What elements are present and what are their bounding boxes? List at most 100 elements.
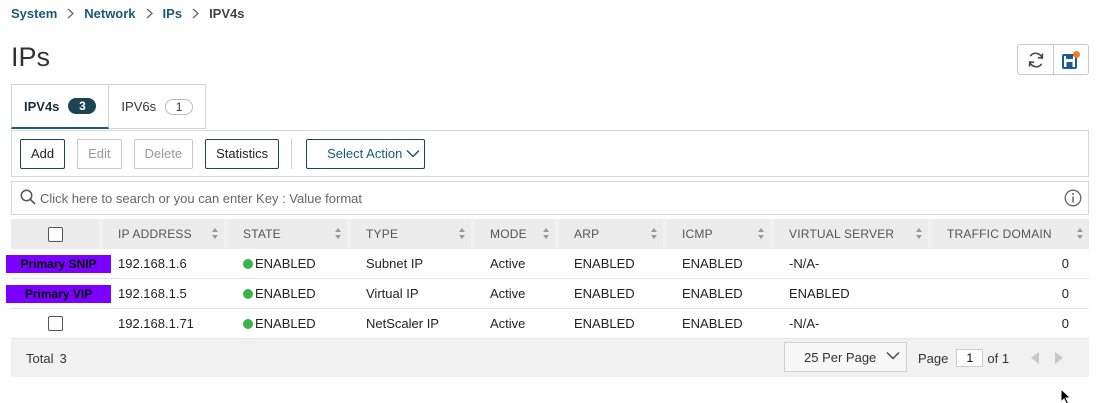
column-label: IP ADDRESS bbox=[118, 227, 192, 241]
add-button[interactable]: Add bbox=[20, 138, 66, 169]
column-header-state[interactable]: STATE bbox=[228, 219, 347, 249]
arp-cell: ENABLED bbox=[574, 286, 635, 301]
breadcrumb-current: IPV4s bbox=[209, 6, 245, 21]
table-footer: Total 3 25 Per Page Page of 1 bbox=[11, 339, 1089, 377]
state-text: ENABLED bbox=[255, 256, 316, 271]
table-row[interactable]: Primary VIP 192.168.1.5 ENABLED Virtual … bbox=[6, 279, 1089, 309]
column-label: STATE bbox=[243, 227, 281, 241]
arp-cell: ENABLED bbox=[574, 316, 635, 331]
type-cell: Virtual IP bbox=[366, 286, 419, 301]
type-cell: NetScaler IP bbox=[366, 316, 439, 331]
ip-table: IP ADDRESS STATE TYPE MODE ARP ICMP VIRT… bbox=[6, 219, 1089, 339]
column-label: MODE bbox=[490, 227, 527, 241]
info-icon[interactable] bbox=[1064, 189, 1082, 207]
mouse-cursor-icon bbox=[1060, 387, 1072, 403]
type-cell: Subnet IP bbox=[366, 256, 424, 271]
arp-cell: ENABLED bbox=[574, 256, 635, 271]
search-input[interactable] bbox=[40, 190, 1064, 206]
save-config-button[interactable] bbox=[1053, 45, 1088, 74]
breadcrumb-ips[interactable]: IPs bbox=[163, 6, 183, 21]
status-dot-icon bbox=[243, 288, 253, 299]
column-header-type[interactable]: TYPE bbox=[351, 219, 471, 249]
table-row[interactable]: Primary SNIP 192.168.1.6 ENABLED Subnet … bbox=[6, 249, 1089, 279]
delete-button[interactable]: Delete bbox=[133, 138, 194, 169]
state-text: ENABLED bbox=[255, 316, 316, 331]
column-label: ICMP bbox=[682, 227, 713, 241]
sort-icon bbox=[916, 228, 922, 239]
row-checkbox[interactable] bbox=[47, 316, 63, 331]
status-dot-icon bbox=[243, 258, 253, 269]
sort-icon bbox=[1077, 228, 1083, 239]
select-all-checkbox[interactable] bbox=[47, 226, 63, 242]
count-badge: 1 bbox=[165, 98, 194, 115]
refresh-button[interactable] bbox=[1018, 45, 1053, 74]
ip-address-cell: 192.168.1.6 bbox=[118, 256, 187, 271]
statistics-button[interactable]: Statistics bbox=[205, 138, 280, 169]
column-header-icmp[interactable]: ICMP bbox=[667, 219, 770, 249]
tab-label: IPV4s bbox=[24, 98, 60, 114]
column-header-mode[interactable]: MODE bbox=[475, 219, 555, 249]
select-action-label: Select Action bbox=[327, 146, 403, 161]
page-total-label: of 1 bbox=[987, 350, 1010, 366]
sort-icon bbox=[758, 228, 764, 239]
per-page-value: 25 Per Page bbox=[804, 349, 877, 365]
virtual-server-cell: -N/A- bbox=[789, 316, 820, 331]
state-text: ENABLED bbox=[255, 286, 316, 301]
pagination: Page of 1 bbox=[918, 339, 1064, 377]
search-icon bbox=[20, 189, 36, 208]
sort-icon bbox=[212, 228, 218, 239]
breadcrumb-system[interactable]: System bbox=[11, 6, 57, 21]
sort-icon bbox=[335, 228, 341, 239]
next-page-icon[interactable] bbox=[1054, 352, 1064, 364]
sort-icon bbox=[651, 228, 657, 239]
select-all-cell bbox=[11, 219, 99, 249]
state-cell: ENABLED bbox=[228, 279, 347, 309]
chevron-down-icon bbox=[406, 149, 420, 158]
count-badge: 3 bbox=[68, 98, 97, 114]
virtual-server-cell: -N/A- bbox=[789, 256, 820, 271]
row-select-cell bbox=[11, 309, 99, 339]
per-page-select[interactable]: 25 Per Page bbox=[784, 342, 907, 372]
chevron-right-icon bbox=[192, 8, 200, 19]
column-header-virtual-server[interactable]: VIRTUAL SERVER bbox=[774, 219, 928, 249]
action-toolbar: Add Edit Delete Statistics Select Action bbox=[11, 130, 1089, 177]
mode-cell: Active bbox=[490, 286, 526, 301]
page-actions bbox=[1017, 44, 1089, 75]
chevron-right-icon bbox=[67, 8, 75, 19]
save-config-icon bbox=[1062, 50, 1080, 69]
page-label: Page bbox=[918, 350, 949, 366]
sort-icon bbox=[459, 228, 465, 239]
tab-ipv6s[interactable]: IPV6s 1 bbox=[109, 84, 207, 129]
ip-address-cell: 192.168.1.71 bbox=[118, 316, 194, 331]
column-label: ARP bbox=[574, 227, 600, 241]
table-row[interactable]: 192.168.1.71 ENABLED NetScaler IP Active… bbox=[11, 309, 1089, 339]
column-header-ip-address[interactable]: IP ADDRESS bbox=[103, 219, 224, 249]
select-action-dropdown[interactable]: Select Action bbox=[306, 138, 426, 169]
breadcrumb-network[interactable]: Network bbox=[84, 6, 135, 21]
primary-vip-tag: Primary VIP bbox=[6, 285, 111, 303]
icmp-cell: ENABLED bbox=[682, 256, 743, 271]
mode-cell: Active bbox=[490, 316, 526, 331]
total-label: Total bbox=[26, 350, 54, 366]
traffic-domain-cell: 0 bbox=[1061, 256, 1069, 271]
ip-address-cell: 192.168.1.5 bbox=[118, 286, 187, 301]
mode-cell: Active bbox=[490, 256, 526, 271]
traffic-domain-cell: 0 bbox=[1061, 286, 1069, 301]
column-label: VIRTUAL SERVER bbox=[789, 227, 895, 241]
primary-snip-tag: Primary SNIP bbox=[6, 255, 111, 273]
status-dot-icon bbox=[243, 318, 253, 329]
chevron-right-icon bbox=[146, 8, 153, 19]
chevron-down-icon bbox=[886, 351, 900, 360]
edit-button[interactable]: Edit bbox=[77, 138, 122, 169]
breadcrumb: System Network IPs IPV4s bbox=[11, 6, 244, 21]
icmp-cell: ENABLED bbox=[682, 286, 743, 301]
tab-label: IPV6s bbox=[121, 99, 157, 114]
column-header-traffic-domain[interactable]: TRAFFIC DOMAIN bbox=[932, 219, 1089, 249]
icmp-cell: ENABLED bbox=[682, 316, 743, 331]
column-header-arp[interactable]: ARP bbox=[559, 219, 663, 249]
column-label: TRAFFIC DOMAIN bbox=[947, 227, 1052, 241]
page-number-input[interactable] bbox=[956, 349, 984, 367]
state-cell: ENABLED bbox=[228, 249, 347, 279]
tab-ipv4s[interactable]: IPV4s 3 bbox=[11, 84, 110, 129]
previous-page-icon[interactable] bbox=[1031, 352, 1040, 364]
